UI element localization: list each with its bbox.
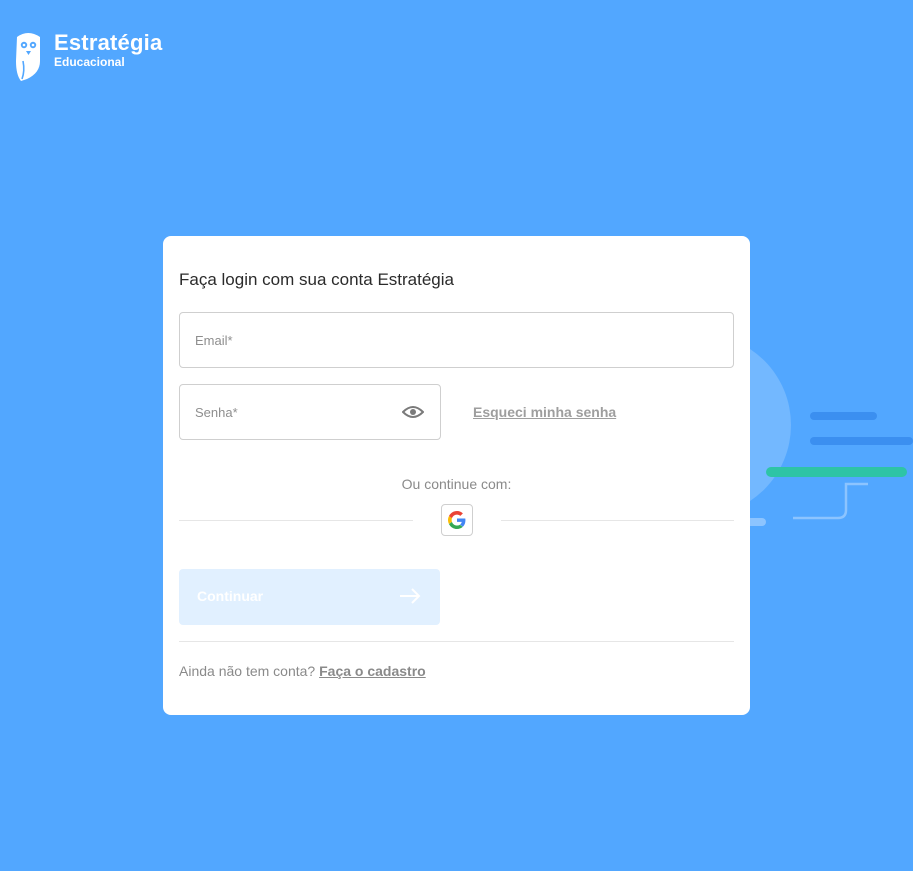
continue-button-label: Continuar	[197, 588, 264, 604]
or-continue-text: Ou continue com:	[401, 476, 512, 492]
signup-prompt: Ainda não tem conta?	[179, 663, 316, 679]
password-input[interactable]	[195, 385, 385, 439]
email-field-container[interactable]	[179, 312, 734, 368]
signup-link[interactable]: Faça o cadastro	[319, 663, 426, 679]
google-login-button[interactable]	[441, 504, 473, 536]
login-title: Faça login com sua conta Estratégia	[179, 270, 454, 289]
eye-icon[interactable]	[402, 403, 424, 421]
password-field-container[interactable]	[179, 384, 441, 440]
email-input[interactable]	[195, 313, 715, 367]
google-icon	[448, 511, 466, 529]
divider-right	[501, 520, 734, 521]
bottom-divider	[179, 641, 734, 642]
forgot-password-link[interactable]: Esqueci minha senha	[473, 404, 616, 420]
divider-left	[179, 520, 413, 521]
login-card: Faça login com sua conta Estratégia Esqu…	[163, 236, 750, 715]
signup-row: Ainda não tem conta? Faça o cadastro	[179, 663, 426, 679]
arrow-right-icon	[400, 588, 421, 604]
continue-button[interactable]: Continuar	[179, 569, 440, 625]
